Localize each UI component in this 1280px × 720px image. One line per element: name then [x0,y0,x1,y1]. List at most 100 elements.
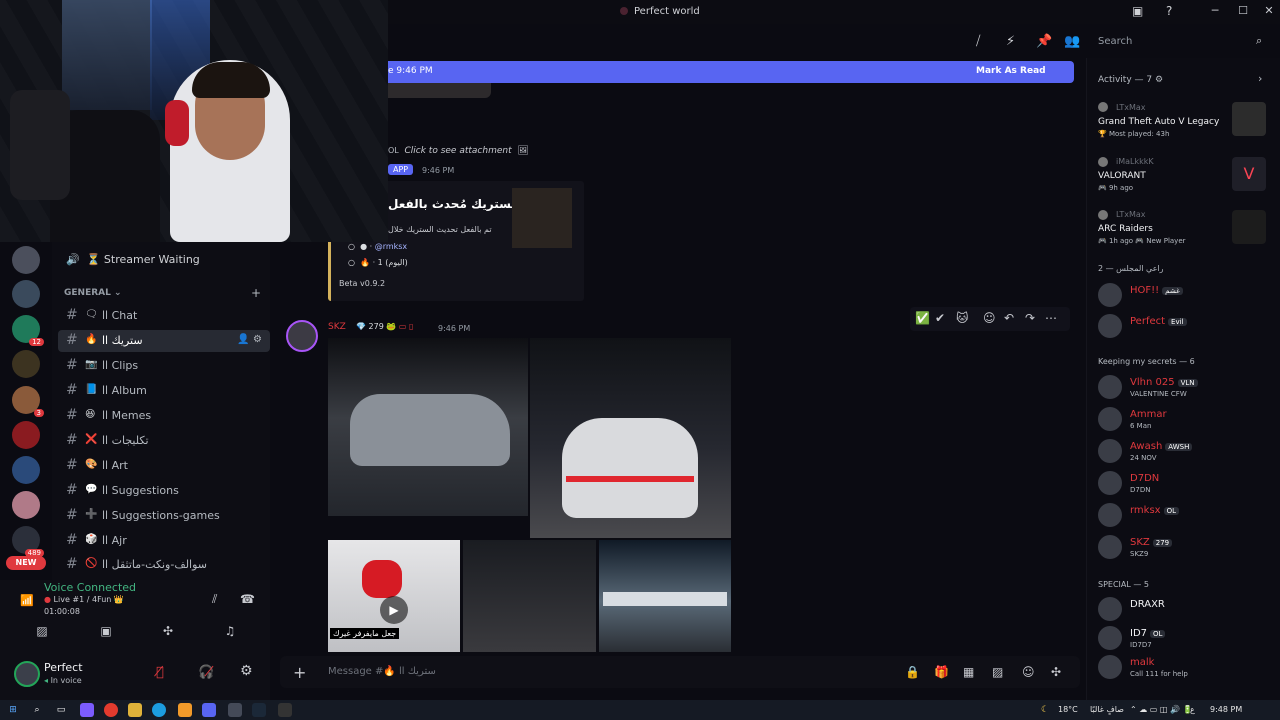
avatar[interactable] [1098,535,1122,559]
previous-image[interactable] [388,83,491,98]
member-name[interactable]: Ammar [1130,409,1167,420]
language-indicator[interactable]: ع [1190,705,1195,714]
street-image[interactable] [463,540,596,652]
avatar[interactable] [1098,407,1122,431]
gas-station-image[interactable] [599,540,731,652]
forward-icon[interactable]: ↷ [1025,311,1035,325]
file-explorer-icon[interactable] [128,703,142,717]
server-icon[interactable]: 12 [12,315,44,346]
copilot-icon[interactable] [80,703,94,717]
member-name[interactable]: Awash AWSH [1130,441,1193,452]
car-image-2[interactable] [530,338,731,538]
minimize-icon[interactable]: ─ [1206,4,1224,20]
check-reaction-icon[interactable]: ✅ [915,311,930,325]
search-input[interactable]: Search [1092,32,1272,52]
avatar[interactable] [1098,439,1122,463]
add-reaction-icon[interactable]: ☺ [983,311,996,325]
apps-icon[interactable]: ✣ [1051,665,1061,679]
server-icon[interactable] [12,421,40,449]
channel-item[interactable]: # 🎲 اا Ajr [58,530,270,552]
member-name[interactable]: HOF!! غشم [1130,285,1183,296]
avatar[interactable] [14,661,40,687]
task-view-icon[interactable]: ▭ [54,703,68,717]
deafen-icon[interactable]: 🎧̸ [198,665,214,680]
channel-item[interactable]: # 🗨 اا Chat [58,305,270,327]
channel-item[interactable]: # 📘 اا Album [58,380,270,402]
play-icon[interactable]: ▶ [380,596,408,624]
channel-item[interactable]: # 🚫 سوالف-ونكت-ماتثقل اا [58,554,270,576]
username[interactable]: Perfect [44,661,83,674]
pin-icon[interactable]: 📌 [1036,34,1052,49]
search-icon[interactable]: ⌕ [1256,34,1262,48]
attachment-line[interactable]: OL Click to see attachment 🖼 [388,146,529,156]
channel-item[interactable]: # 📷 اا Clips [58,355,270,377]
avatar[interactable] [286,320,318,352]
server-icon[interactable] [12,456,40,484]
activities-icon[interactable]: ✣ [156,624,180,640]
app-icon[interactable] [178,703,192,717]
soundboard-icon[interactable]: ♫ [218,624,242,640]
lock-icon[interactable]: 🔒 [905,665,920,679]
more-icon[interactable]: ⋯ [1045,311,1057,325]
server-icon[interactable] [12,280,40,308]
mark-as-read-button[interactable]: Mark As Read [976,66,1046,76]
channel-item[interactable]: # ❌ تكليجات اا [58,430,270,452]
mute-icon[interactable]: ⚡ [1006,34,1015,49]
add-channel-icon[interactable]: + [251,286,261,300]
member-name[interactable]: SKZ 279 [1130,537,1173,548]
avatar[interactable] [1098,597,1122,621]
maximize-icon[interactable]: ☐ [1234,4,1252,20]
voice-channel[interactable]: 🔊 ⏳ Streamer Waiting [66,253,200,266]
avatar[interactable] [1098,314,1122,338]
gift-icon[interactable]: 🎁 [934,665,949,679]
member-name[interactable]: Perfect Evil [1130,316,1187,327]
server-icon[interactable] [12,491,40,519]
app-icon[interactable] [278,703,292,717]
video-thumbnail[interactable]: ▶ جعل مايفرفر غيرك [328,540,460,652]
app-icon[interactable] [228,703,242,717]
green-check-icon[interactable]: ✔ [935,311,945,325]
clock[interactable]: 9:48 PM [1210,705,1242,714]
members-icon[interactable]: 👥 [1064,34,1080,49]
channel-item[interactable]: # 🔥 ستريك اا 👤 ⚙ [58,330,270,352]
server-icon[interactable]: 3 [12,386,44,417]
emoji-reaction-icon[interactable]: 🐱 [956,311,969,325]
category-general[interactable]: GENERAL ⌄ [64,288,122,298]
avatar[interactable] [1098,375,1122,399]
avatar[interactable] [1098,503,1122,527]
avatar[interactable] [1098,283,1122,307]
channel-item[interactable]: # 😆 اا Memes [58,405,270,427]
camera-off-icon[interactable]: ▨ [30,624,54,640]
inbox-icon[interactable]: ▣ [1132,4,1143,18]
mute-mic-icon[interactable]: 🎙̸ [156,665,164,680]
gif-icon[interactable]: ▦ [963,665,974,679]
voice-status-title[interactable]: Voice Connected [44,581,136,594]
channel-item[interactable]: # 💬 اا Suggestions [58,480,270,502]
gear-icon[interactable]: ⚙ [240,663,253,679]
reply-icon[interactable]: ↶ [1004,311,1014,325]
activity-title[interactable]: Grand Theft Auto V Legacy [1098,117,1219,127]
disconnect-icon[interactable]: ☎ [240,592,255,606]
activity-title[interactable]: VALORANT [1098,171,1146,181]
avatar[interactable] [1098,626,1122,650]
server-icon[interactable]: 489 [12,526,44,557]
screen-share-icon[interactable]: ▣ [94,624,118,640]
member-name[interactable]: ID7 OL [1130,628,1166,639]
noise-suppression-icon[interactable]: ⫽ [212,592,217,607]
avatar[interactable] [1098,655,1122,679]
chrome-icon[interactable] [104,703,118,717]
member-name[interactable]: D7DN [1130,473,1159,484]
server-icon[interactable] [12,246,40,274]
member-name[interactable]: Vlhn 025 VLN [1130,377,1198,388]
new-messages-banner[interactable] [388,61,1074,83]
car-image-1[interactable] [328,338,528,516]
search-icon[interactable]: ⌕ [30,703,44,717]
signal-icon[interactable]: 📶 [20,594,34,607]
add-attachment-button[interactable]: + [293,663,306,682]
emoji-icon[interactable]: ☺ [1022,665,1035,679]
edge-icon[interactable] [152,703,166,717]
tray-icons[interactable]: ⌃ ☁ ▭ ◫ 🔊 🔋 [1130,705,1192,714]
member-name[interactable]: DRAXR [1130,599,1165,610]
member-name[interactable]: rmksx OL [1130,505,1180,516]
activity-title[interactable]: ARC Raiders [1098,224,1153,234]
